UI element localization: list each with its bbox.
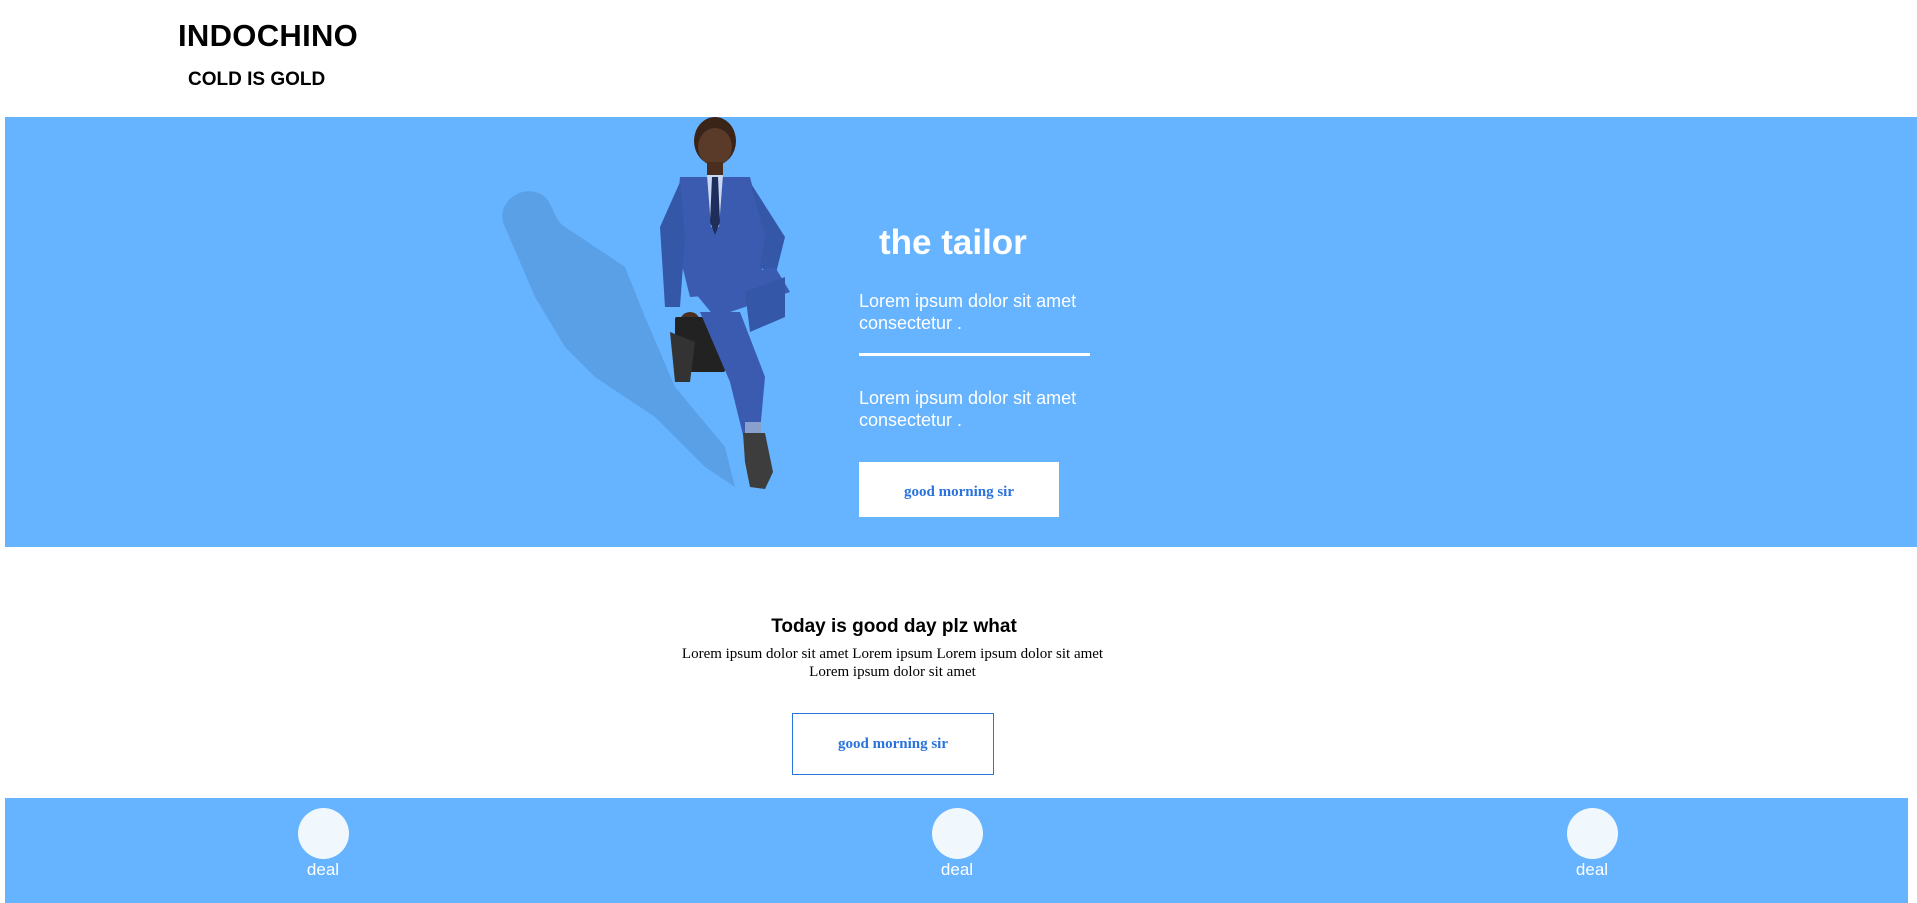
hero-title: the tailor xyxy=(879,223,1027,262)
circle-icon xyxy=(297,808,349,859)
site-header: INDOCHINO COLD IS GOLD xyxy=(0,0,1917,117)
deals-bar: deal deal deal xyxy=(5,798,1908,903)
deal-label-2: deal xyxy=(940,860,974,879)
hero-text-1: Lorem ipsum dolor sit amet consectetur . xyxy=(859,291,1077,333)
brand-logo[interactable]: INDOCHINO xyxy=(178,18,358,54)
deal-item-1[interactable]: deal xyxy=(283,808,363,880)
circle-icon xyxy=(931,808,983,859)
hero-banner: the tailor Lorem ipsum dolor sit amet co… xyxy=(5,117,1917,547)
hero-divider xyxy=(859,353,1090,356)
promo-section: Today is good day plz what Lorem ipsum d… xyxy=(0,547,1917,797)
deal-item-3[interactable]: deal xyxy=(1552,808,1632,880)
circle-icon xyxy=(1566,808,1618,859)
deal-label-1: deal xyxy=(306,860,340,879)
promo-cta-button[interactable]: good morning sir xyxy=(792,713,994,775)
man-in-blue-suit-icon xyxy=(502,117,790,489)
deal-item-2[interactable]: deal xyxy=(917,808,997,880)
promo-text: Lorem ipsum dolor sit amet Lorem ipsum L… xyxy=(681,646,1104,680)
hero-text-2: Lorem ipsum dolor sit amet consectetur . xyxy=(859,388,1077,430)
deal-label-3: deal xyxy=(1575,860,1609,879)
brand-tagline: COLD IS GOLD xyxy=(188,69,326,90)
promo-title: Today is good day plz what xyxy=(771,616,1017,637)
hero-cta-button[interactable]: good morning sir xyxy=(859,462,1059,517)
